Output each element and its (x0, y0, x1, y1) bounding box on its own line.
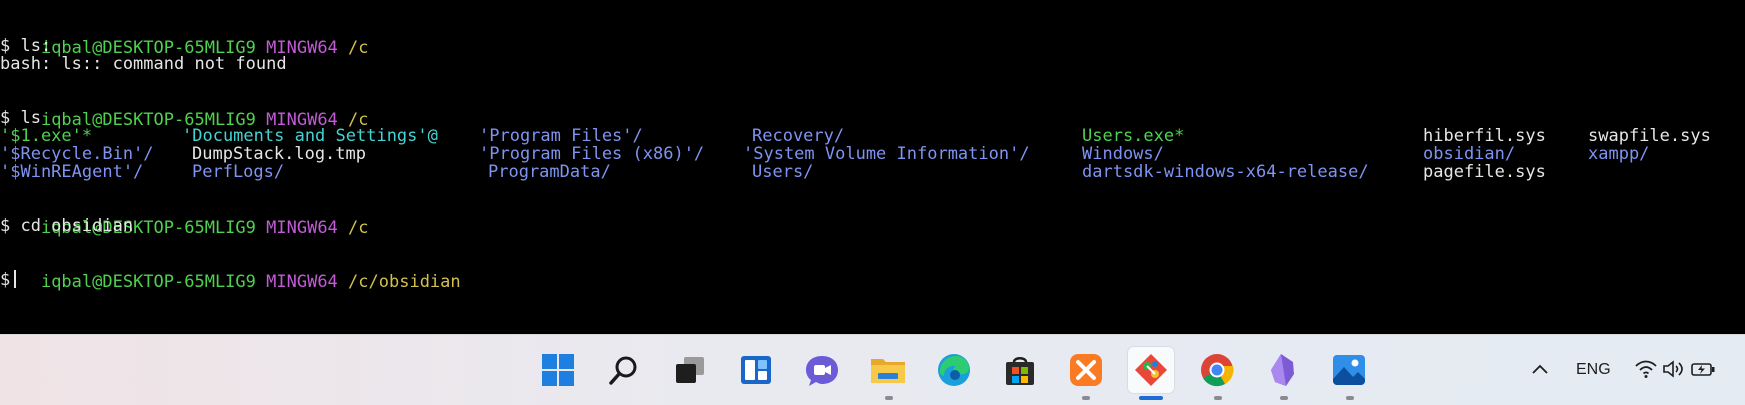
active-indicator (1139, 396, 1163, 400)
search-icon[interactable] (601, 347, 647, 393)
listing-entry: '$Recycle.Bin'/ (0, 144, 154, 164)
listing-entry: dartsdk-windows-x64-release/ (1082, 162, 1369, 182)
prompt-path: /c/obsidian (348, 272, 461, 292)
command-prompt-symbol: $ (0, 270, 21, 290)
widgets-icon[interactable] (733, 347, 779, 393)
obsidian-icon[interactable] (1260, 347, 1306, 393)
git-bash-icon[interactable] (1128, 347, 1174, 393)
taskbar: ENG (0, 334, 1745, 405)
wifi-icon[interactable] (1634, 359, 1658, 384)
input-language[interactable]: ENG (1576, 361, 1611, 379)
xampp-icon[interactable] (1063, 347, 1109, 393)
listing-entry: DumpStack.log.tmp (192, 144, 366, 164)
listing-entry: PerfLogs/ (192, 162, 285, 182)
file-explorer-icon[interactable] (865, 347, 911, 393)
text-cursor (14, 270, 17, 288)
prompt-path: /c (348, 38, 369, 58)
running-indicator (1346, 396, 1354, 400)
listing-entry: 'Documents and Settings'@ (182, 126, 438, 146)
listing-entry: swapfile.sys (1588, 126, 1711, 146)
prompt-line: iqbal@DESKTOP-65MLIG9 MINGW64 /c (0, 198, 369, 238)
listing-entry: Users.exe* (1082, 126, 1185, 146)
running-indicator (1082, 396, 1090, 400)
prompt-system: MINGW64 (266, 218, 338, 238)
listing-entry: '$WinREAgent'/ (0, 162, 144, 182)
listing-entry: Windows/ (1082, 144, 1164, 164)
running-indicator (1280, 396, 1288, 400)
prompt-line: iqbal@DESKTOP-65MLIG9 MINGW64 /c/obsidia… (0, 252, 461, 292)
show-hidden-icons-icon[interactable] (1530, 359, 1550, 384)
command-input-line[interactable]: $ (0, 270, 17, 290)
listing-entry: ProgramData/ (488, 162, 611, 182)
listing-entry: xampp/ (1588, 144, 1650, 164)
teams-chat-icon[interactable] (799, 347, 845, 393)
chrome-icon[interactable] (1194, 347, 1240, 393)
terminal-window[interactable]: iqbal@DESKTOP-65MLIG9 MINGW64 /c $ ls: b… (0, 0, 1745, 334)
listing-entry: '$1.exe'* (0, 126, 93, 146)
windows-start-icon[interactable] (535, 347, 581, 393)
command-line: $ ls: (0, 36, 52, 56)
prompt-system: MINGW64 (266, 272, 338, 292)
edge-browser-icon[interactable] (931, 347, 977, 393)
prompt-line: iqbal@DESKTOP-65MLIG9 MINGW64 /c (0, 90, 369, 130)
battery-charging-icon[interactable] (1690, 359, 1716, 384)
listing-entry: obsidian/ (1423, 144, 1516, 164)
running-indicator (885, 396, 893, 400)
photos-icon[interactable] (1326, 347, 1372, 393)
listing-entry: hiberfil.sys (1423, 126, 1546, 146)
listing-entry: 'System Volume Information'/ (743, 144, 1030, 164)
command-line: $ ls (0, 108, 41, 128)
listing-entry: pagefile.sys (1423, 162, 1546, 182)
microsoft-store-icon[interactable] (997, 347, 1043, 393)
command-line: $ cd obsidian (0, 216, 134, 236)
volume-icon[interactable] (1662, 359, 1686, 384)
listing-entry: 'Program Files'/ (479, 126, 643, 146)
prompt-user: iqbal@DESKTOP-65MLIG9 (40, 272, 256, 292)
listing-entry: Recovery/ (752, 126, 845, 146)
listing-entry: 'Program Files (x86)'/ (479, 144, 705, 164)
task-view-icon[interactable] (667, 347, 713, 393)
command-output: bash: ls:: command not found (0, 54, 287, 74)
running-indicator (1214, 396, 1222, 400)
prompt-line: iqbal@DESKTOP-65MLIG9 MINGW64 /c (0, 18, 369, 58)
listing-entry: Users/ (752, 162, 814, 182)
prompt-path: /c (348, 218, 369, 238)
